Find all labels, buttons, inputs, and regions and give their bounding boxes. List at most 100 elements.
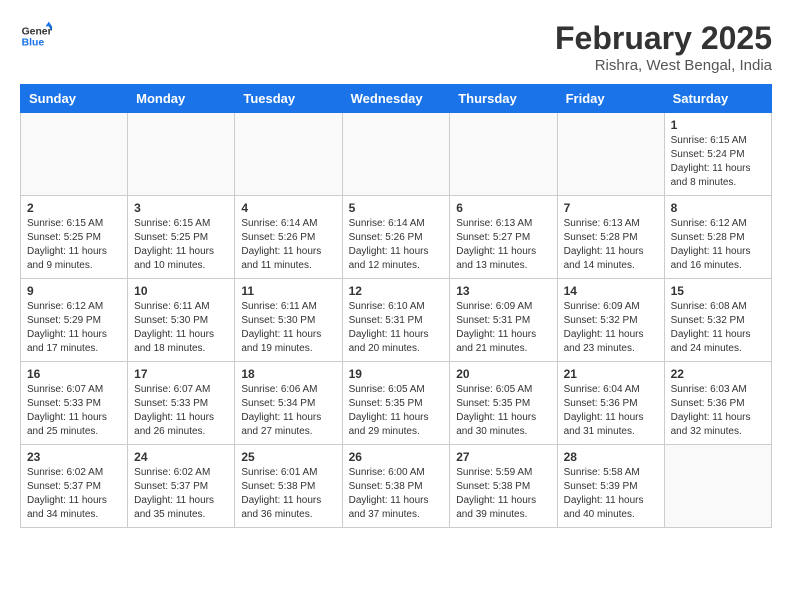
- day-number: 17: [134, 367, 228, 381]
- day-info: Sunrise: 6:01 AM Sunset: 5:38 PM Dayligh…: [241, 466, 335, 522]
- calendar-cell: 17 Sunrise: 6:07 AM Sunset: 5:33 PM Dayli…: [128, 362, 235, 445]
- day-info: Sunrise: 6:08 AM Sunset: 5:32 PM Dayligh…: [671, 300, 765, 356]
- calendar-cell: [557, 113, 664, 196]
- logo: General Blue: [20, 20, 52, 52]
- calendar-table: SundayMondayTuesdayWednesdayThursdayFrid…: [20, 84, 772, 528]
- day-info: Sunrise: 6:05 AM Sunset: 5:35 PM Dayligh…: [349, 383, 444, 439]
- calendar-cell: 20Sunrise: 6:05 AM Sunset: 5:35 PM Dayli…: [450, 362, 557, 445]
- dow-thursday: Thursday: [450, 85, 557, 113]
- day-number: 12: [349, 284, 444, 298]
- day-info: Sunrise: 6:09 AM Sunset: 5:31 PM Dayligh…: [456, 300, 550, 356]
- calendar-cell: 22 Sunrise: 6:03 AM Sunset: 5:36 PM Dayli…: [664, 362, 771, 445]
- calendar-week-5: 23 Sunrise: 6:02 AM Sunset: 5:37 PM Dayli…: [21, 445, 772, 528]
- day-info: Sunrise: 6:02 AM Sunset: 5:37 PM Dayligh…: [27, 466, 121, 522]
- calendar-cell: 12 Sunrise: 6:10 AM Sunset: 5:31 PM Dayli…: [342, 279, 450, 362]
- day-info: Sunrise: 6:07 AM Sunset: 5:33 PM Dayligh…: [27, 383, 121, 439]
- dow-tuesday: Tuesday: [235, 85, 342, 113]
- day-info: Sunrise: 6:15 AM Sunset: 5:24 PM Dayligh…: [671, 134, 765, 190]
- day-number: 4: [241, 201, 335, 215]
- day-number: 19: [349, 367, 444, 381]
- calendar-cell: 9 Sunrise: 6:12 AM Sunset: 5:29 PM Daylig…: [21, 279, 128, 362]
- day-info: Sunrise: 5:59 AM Sunset: 5:38 PM Dayligh…: [456, 466, 550, 522]
- day-number: 2: [27, 201, 121, 215]
- calendar-cell: [21, 113, 128, 196]
- calendar-cell: 15Sunrise: 6:08 AM Sunset: 5:32 PM Dayli…: [664, 279, 771, 362]
- calendar-cell: 6Sunrise: 6:13 AM Sunset: 5:27 PM Daylig…: [450, 196, 557, 279]
- day-info: Sunrise: 6:02 AM Sunset: 5:37 PM Dayligh…: [134, 466, 228, 522]
- calendar-cell: 16 Sunrise: 6:07 AM Sunset: 5:33 PM Dayli…: [21, 362, 128, 445]
- calendar-week-4: 16 Sunrise: 6:07 AM Sunset: 5:33 PM Dayli…: [21, 362, 772, 445]
- calendar-cell: [664, 445, 771, 528]
- calendar-cell: 10 Sunrise: 6:11 AM Sunset: 5:30 PM Dayli…: [128, 279, 235, 362]
- day-number: 16: [27, 367, 121, 381]
- calendar-cell: 5Sunrise: 6:14 AM Sunset: 5:26 PM Daylig…: [342, 196, 450, 279]
- calendar-cell: 27 Sunrise: 5:59 AM Sunset: 5:38 PM Dayli…: [450, 445, 557, 528]
- calendar-cell: 11 Sunrise: 6:11 AM Sunset: 5:30 PM Dayli…: [235, 279, 342, 362]
- dow-monday: Monday: [128, 85, 235, 113]
- calendar-cell: 4 Sunrise: 6:14 AM Sunset: 5:26 PM Daylig…: [235, 196, 342, 279]
- day-number: 9: [27, 284, 121, 298]
- days-of-week-header: SundayMondayTuesdayWednesdayThursdayFrid…: [21, 85, 772, 113]
- day-number: 23: [27, 450, 121, 464]
- day-info: Sunrise: 6:12 AM Sunset: 5:29 PM Dayligh…: [27, 300, 121, 356]
- day-number: 26: [349, 450, 444, 464]
- calendar-week-2: 2 Sunrise: 6:15 AM Sunset: 5:25 PM Daylig…: [21, 196, 772, 279]
- calendar-cell: 28 Sunrise: 5:58 AM Sunset: 5:39 PM Dayli…: [557, 445, 664, 528]
- calendar-cell: 25 Sunrise: 6:01 AM Sunset: 5:38 PM Dayli…: [235, 445, 342, 528]
- calendar-cell: [235, 113, 342, 196]
- calendar-cell: 21 Sunrise: 6:04 AM Sunset: 5:36 PM Dayli…: [557, 362, 664, 445]
- day-number: 24: [134, 450, 228, 464]
- calendar-cell: 8 Sunrise: 6:12 AM Sunset: 5:28 PM Daylig…: [664, 196, 771, 279]
- day-info: Sunrise: 6:11 AM Sunset: 5:30 PM Dayligh…: [241, 300, 335, 356]
- dow-saturday: Saturday: [664, 85, 771, 113]
- day-number: 22: [671, 367, 765, 381]
- svg-text:Blue: Blue: [22, 38, 45, 49]
- day-number: 1: [671, 118, 765, 132]
- day-number: 13: [456, 284, 550, 298]
- calendar-cell: 7Sunrise: 6:13 AM Sunset: 5:28 PM Daylig…: [557, 196, 664, 279]
- day-info: Sunrise: 6:09 AM Sunset: 5:32 PM Dayligh…: [564, 300, 658, 356]
- title-area: February 2025 Rishra, West Bengal, India: [555, 20, 772, 74]
- main-title: February 2025: [555, 20, 772, 57]
- dow-sunday: Sunday: [21, 85, 128, 113]
- day-info: Sunrise: 6:00 AM Sunset: 5:38 PM Dayligh…: [349, 466, 444, 522]
- calendar-cell: 19 Sunrise: 6:05 AM Sunset: 5:35 PM Dayli…: [342, 362, 450, 445]
- dow-friday: Friday: [557, 85, 664, 113]
- day-info: Sunrise: 6:10 AM Sunset: 5:31 PM Dayligh…: [349, 300, 444, 356]
- svg-text:General: General: [22, 26, 52, 37]
- calendar-cell: 13 Sunrise: 6:09 AM Sunset: 5:31 PM Dayli…: [450, 279, 557, 362]
- day-number: 10: [134, 284, 228, 298]
- day-info: Sunrise: 6:07 AM Sunset: 5:33 PM Dayligh…: [134, 383, 228, 439]
- day-info: Sunrise: 6:06 AM Sunset: 5:34 PM Dayligh…: [241, 383, 335, 439]
- day-number: 5: [349, 201, 444, 215]
- day-number: 18: [241, 367, 335, 381]
- day-number: 20: [456, 367, 550, 381]
- day-number: 21: [564, 367, 658, 381]
- day-number: 6: [456, 201, 550, 215]
- day-info: Sunrise: 6:15 AM Sunset: 5:25 PM Dayligh…: [27, 217, 121, 273]
- calendar-week-3: 9 Sunrise: 6:12 AM Sunset: 5:29 PM Daylig…: [21, 279, 772, 362]
- day-number: 28: [564, 450, 658, 464]
- day-info: Sunrise: 6:14 AM Sunset: 5:26 PM Dayligh…: [241, 217, 335, 273]
- calendar-cell: 18 Sunrise: 6:06 AM Sunset: 5:34 PM Dayli…: [235, 362, 342, 445]
- calendar-cell: 2 Sunrise: 6:15 AM Sunset: 5:25 PM Daylig…: [21, 196, 128, 279]
- day-number: 11: [241, 284, 335, 298]
- dow-wednesday: Wednesday: [342, 85, 450, 113]
- header: General Blue February 2025 Rishra, West …: [20, 20, 772, 74]
- subtitle: Rishra, West Bengal, India: [555, 57, 772, 74]
- day-info: Sunrise: 6:12 AM Sunset: 5:28 PM Dayligh…: [671, 217, 765, 273]
- calendar-cell: 3Sunrise: 6:15 AM Sunset: 5:25 PM Daylig…: [128, 196, 235, 279]
- day-number: 27: [456, 450, 550, 464]
- calendar-week-1: 1 Sunrise: 6:15 AM Sunset: 5:24 PM Daylig…: [21, 113, 772, 196]
- day-number: 3: [134, 201, 228, 215]
- day-info: Sunrise: 5:58 AM Sunset: 5:39 PM Dayligh…: [564, 466, 658, 522]
- day-number: 8: [671, 201, 765, 215]
- day-number: 25: [241, 450, 335, 464]
- calendar-cell: [128, 113, 235, 196]
- calendar-cell: 24 Sunrise: 6:02 AM Sunset: 5:37 PM Dayli…: [128, 445, 235, 528]
- day-info: Sunrise: 6:11 AM Sunset: 5:30 PM Dayligh…: [134, 300, 228, 356]
- day-info: Sunrise: 6:04 AM Sunset: 5:36 PM Dayligh…: [564, 383, 658, 439]
- day-info: Sunrise: 6:03 AM Sunset: 5:36 PM Dayligh…: [671, 383, 765, 439]
- day-info: Sunrise: 6:13 AM Sunset: 5:28 PM Dayligh…: [564, 217, 658, 273]
- calendar-cell: 23 Sunrise: 6:02 AM Sunset: 5:37 PM Dayli…: [21, 445, 128, 528]
